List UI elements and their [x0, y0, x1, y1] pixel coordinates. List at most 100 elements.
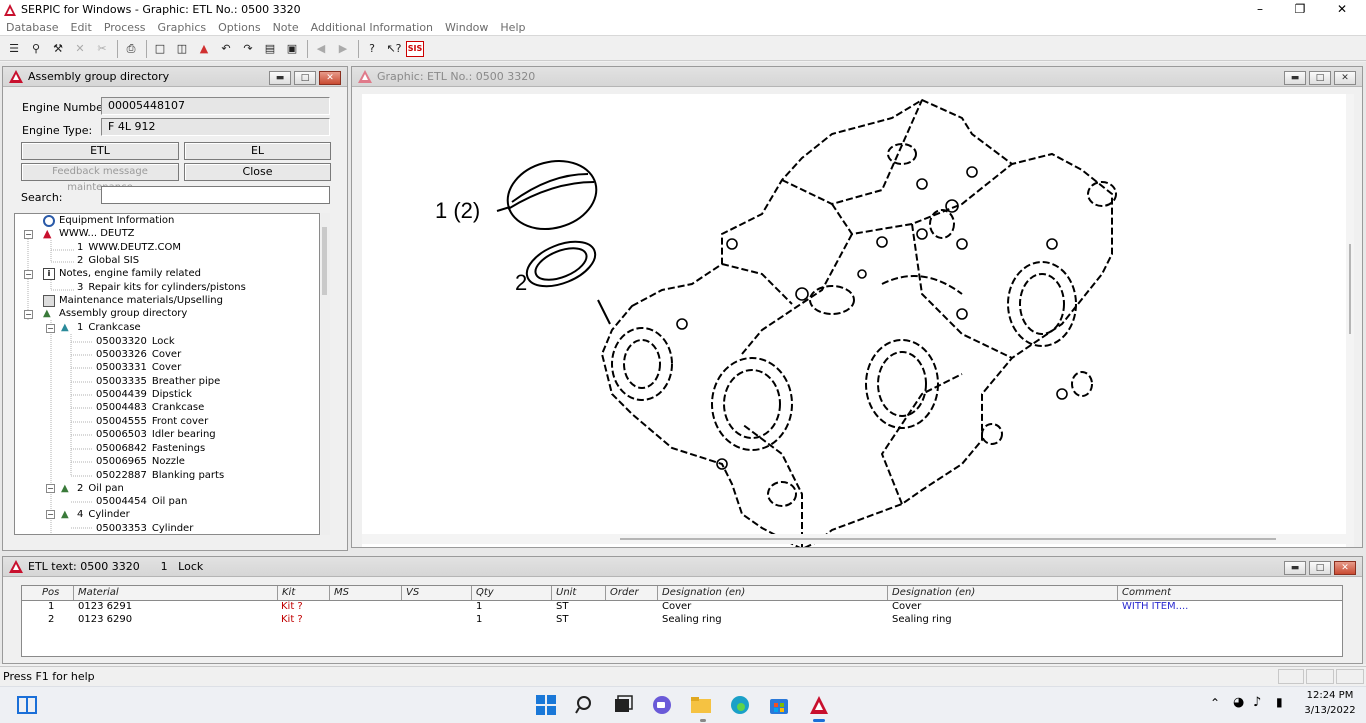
minimize-icon[interactable]: –	[1240, 0, 1280, 19]
minimize-icon[interactable]: ▬	[269, 71, 291, 85]
tree-item-equipment-information[interactable]: Equipment Information	[43, 214, 174, 227]
tree-item-front-cover[interactable]: 05004555 Front cover	[96, 415, 208, 428]
col-ms[interactable]: MS	[330, 586, 402, 600]
assembly-window-titlebar[interactable]: Assembly group directory ▬ □ ✕	[3, 67, 347, 87]
collapse-toggle[interactable]: −	[24, 230, 33, 239]
tree-item-nozzle[interactable]: 05006965 Nozzle	[96, 455, 185, 468]
tree-item-global-sis[interactable]: 2 Global SIS	[77, 254, 139, 267]
collapse-toggle[interactable]: −	[24, 270, 33, 279]
chat-icon[interactable]	[651, 694, 673, 716]
tree-item-idler-bearing[interactable]: 05006503 Idler bearing	[96, 428, 216, 441]
tree-item-cover[interactable]: 05003326 Cover	[96, 348, 181, 361]
tree-item-breather-pipe[interactable]: 05003335 Breather pipe	[96, 375, 220, 388]
list-icon[interactable]: ▤	[260, 39, 280, 59]
minimize-icon[interactable]: ▬	[1284, 561, 1306, 575]
collapse-toggle[interactable]: −	[24, 310, 33, 319]
tree-item-notes[interactable]: i Notes, engine family related	[43, 267, 201, 280]
menu-note[interactable]: Note	[267, 21, 305, 34]
tree-item-lock[interactable]: 05003320 Lock	[96, 335, 175, 348]
menu-additional-information[interactable]: Additional Information	[305, 21, 439, 34]
tree-item-blanking-parts[interactable]: 05022887 Blanking parts	[96, 469, 224, 482]
panel-icon[interactable]: ▣	[282, 39, 302, 59]
callout-1[interactable]: 1 (2)	[435, 198, 480, 223]
database-icon[interactable]: ☰	[4, 39, 24, 59]
el-button[interactable]: EL	[184, 142, 331, 160]
forward-arrow-icon[interactable]: ▶	[333, 39, 353, 59]
menu-process[interactable]: Process	[98, 21, 152, 34]
tree-item-oil-pan-group[interactable]: ▲ 2 Oil pan	[61, 482, 124, 495]
delete-icon[interactable]: ✕	[70, 39, 90, 59]
undo-icon[interactable]: ↶	[216, 39, 236, 59]
tree-item-maintenance-materials[interactable]: Maintenance materials/Upselling	[43, 294, 223, 307]
scrollbar-thumb[interactable]	[1349, 244, 1351, 334]
back-arrow-icon[interactable]: ◀	[311, 39, 331, 59]
col-qty[interactable]: Qty	[472, 586, 552, 600]
feedback-message-button[interactable]: Feedback message maintenance	[21, 163, 179, 193]
graphic-window-titlebar[interactable]: Graphic: ETL No.: 0500 3320 ▬ □ ✕	[352, 67, 1362, 87]
minimize-icon[interactable]: ▬	[1284, 71, 1306, 85]
menu-window[interactable]: Window	[439, 21, 494, 34]
close-icon[interactable]: ✕	[319, 71, 341, 85]
menu-edit[interactable]: Edit	[65, 21, 98, 34]
help-icon[interactable]: ?	[362, 39, 382, 59]
tree-item-crankcase-group[interactable]: ▲ 1 Crankcase	[61, 321, 141, 334]
col-order[interactable]: Order	[606, 586, 658, 600]
new-document-icon[interactable]: □	[150, 39, 170, 59]
menu-options[interactable]: Options	[212, 21, 266, 34]
etl-window-titlebar[interactable]: ETL text: 0500 3320 1 Lock ▬ □ ✕	[3, 557, 1362, 577]
scrollbar-thumb[interactable]	[620, 538, 1276, 540]
edge-icon[interactable]	[729, 694, 751, 716]
show-desktop-icon[interactable]	[16, 694, 38, 716]
close-icon[interactable]: ✕	[1322, 0, 1362, 19]
table-row[interactable]: 2 0123 6290 Kit ? 1 ST Sealing ring Seal…	[22, 614, 1342, 628]
tree-item-fastenings[interactable]: 05006842 Fastenings	[96, 442, 205, 455]
tree-item-assembly-group-directory[interactable]: ▲ Assembly group directory	[43, 307, 187, 320]
tree-item-crankcase[interactable]: 05004483 Crankcase	[96, 401, 204, 414]
cell-kit[interactable]: Kit ?	[281, 614, 303, 625]
tree-scrollbar[interactable]	[321, 213, 330, 535]
col-designation-1[interactable]: Designation (en)	[658, 586, 888, 600]
col-material[interactable]: Material	[74, 586, 278, 600]
col-kit[interactable]: Kit	[278, 586, 330, 600]
graphic-horizontal-scrollbar[interactable]	[362, 534, 1346, 544]
open-folder-icon[interactable]: ◫	[172, 39, 192, 59]
sis-button[interactable]: SIS	[406, 40, 424, 57]
tools-icon[interactable]: ⚒	[48, 39, 68, 59]
clock-date[interactable]: 3/13/2022	[1300, 705, 1360, 716]
wifi-icon[interactable]: ◕	[1233, 695, 1244, 710]
col-comment[interactable]: Comment	[1118, 586, 1342, 600]
col-unit[interactable]: Unit	[552, 586, 606, 600]
context-help-icon[interactable]: ↖?	[384, 39, 404, 59]
parts-drawing-canvas[interactable]: 1 (2) 2	[362, 94, 1346, 547]
tree-item-cylinder[interactable]: 05003353 Cylinder	[96, 522, 193, 534]
close-icon[interactable]: ✕	[1334, 71, 1356, 85]
maximize-icon[interactable]: □	[294, 71, 316, 85]
rainbow-icon[interactable]: ▲	[194, 39, 214, 59]
restore-icon[interactable]: ❐	[1280, 0, 1320, 19]
tree-item-cylinder-group[interactable]: ▲ 4 Cylinder	[61, 508, 130, 521]
menu-graphics[interactable]: Graphics	[152, 21, 213, 34]
search-input[interactable]	[101, 186, 330, 204]
serpic-app-icon[interactable]	[808, 694, 830, 716]
tree-item-repair-kits[interactable]: 3 Repair kits for cylinders/pistons	[77, 281, 246, 294]
menu-help[interactable]: Help	[494, 21, 531, 34]
table-row[interactable]: 1 0123 6291 Kit ? 1 ST Cover Cover WITH …	[22, 601, 1342, 615]
tree-item-cover[interactable]: 05003331 Cover	[96, 361, 181, 374]
task-view-icon[interactable]	[612, 694, 634, 716]
file-explorer-icon[interactable]	[690, 694, 712, 716]
cell-kit[interactable]: Kit ?	[281, 601, 303, 612]
scrollbar-thumb[interactable]	[322, 227, 327, 295]
collapse-toggle[interactable]: −	[46, 484, 55, 493]
cut-icon[interactable]: ✂	[92, 39, 112, 59]
redo-icon[interactable]: ↷	[238, 39, 258, 59]
start-icon[interactable]	[535, 694, 557, 716]
col-pos[interactable]: Pos	[22, 586, 74, 600]
store-icon[interactable]	[768, 694, 790, 716]
print-icon[interactable]: ⎙	[121, 39, 141, 59]
key-icon[interactable]: ⚲	[26, 39, 46, 59]
tree-item-oil-pan[interactable]: 05004454 Oil pan	[96, 495, 187, 508]
close-icon[interactable]: ✕	[1334, 561, 1356, 575]
search-icon[interactable]	[574, 694, 596, 716]
chevron-up-icon[interactable]: ⌃	[1210, 696, 1220, 710]
battery-icon[interactable]: ▮	[1276, 695, 1283, 709]
